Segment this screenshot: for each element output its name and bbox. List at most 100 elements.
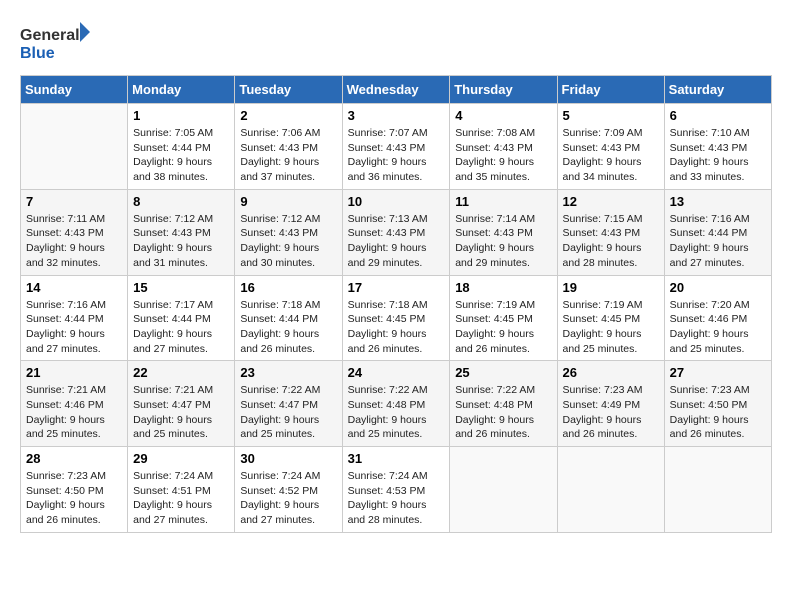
day-number: 26 bbox=[563, 365, 659, 380]
day-info: Sunrise: 7:19 AMSunset: 4:45 PMDaylight:… bbox=[455, 298, 551, 357]
day-number: 8 bbox=[133, 194, 229, 209]
day-cell bbox=[664, 447, 771, 533]
day-info: Sunrise: 7:12 AMSunset: 4:43 PMDaylight:… bbox=[240, 212, 336, 271]
day-cell: 6Sunrise: 7:10 AMSunset: 4:43 PMDaylight… bbox=[664, 104, 771, 190]
header-cell-thursday: Thursday bbox=[450, 76, 557, 104]
day-info: Sunrise: 7:13 AMSunset: 4:43 PMDaylight:… bbox=[348, 212, 445, 271]
day-cell: 13 Sunrise: 7:16 AMSunset: 4:44 PMDayligh… bbox=[664, 189, 771, 275]
day-cell: 31 Sunrise: 7:24 AMSunset: 4:53 PMDayligh… bbox=[342, 447, 450, 533]
day-number: 25 bbox=[455, 365, 551, 380]
day-info: Sunrise: 7:23 AMSunset: 4:50 PMDaylight:… bbox=[26, 469, 122, 528]
day-info: Sunrise: 7:16 AMSunset: 4:44 PMDaylight:… bbox=[670, 212, 766, 271]
week-row-5: 28 Sunrise: 7:23 AMSunset: 4:50 PMDayligh… bbox=[21, 447, 772, 533]
header-cell-sunday: Sunday bbox=[21, 76, 128, 104]
day-number: 16 bbox=[240, 280, 336, 295]
day-info: Sunrise: 7:08 AMSunset: 4:43 PMDaylight:… bbox=[455, 126, 551, 185]
day-number: 5 bbox=[563, 108, 659, 123]
header-row: SundayMondayTuesdayWednesdayThursdayFrid… bbox=[21, 76, 772, 104]
day-number: 13 bbox=[670, 194, 766, 209]
day-number: 9 bbox=[240, 194, 336, 209]
day-info: Sunrise: 7:11 AMSunset: 4:43 PMDaylight:… bbox=[26, 212, 122, 271]
day-info: Sunrise: 7:24 AMSunset: 4:53 PMDaylight:… bbox=[348, 469, 445, 528]
day-cell: 12Sunrise: 7:15 AMSunset: 4:43 PMDayligh… bbox=[557, 189, 664, 275]
day-number: 18 bbox=[455, 280, 551, 295]
day-cell: 26 Sunrise: 7:23 AMSunset: 4:49 PMDayligh… bbox=[557, 361, 664, 447]
svg-text:Blue: Blue bbox=[20, 45, 55, 62]
day-cell bbox=[557, 447, 664, 533]
day-info: Sunrise: 7:18 AMSunset: 4:45 PMDaylight:… bbox=[348, 298, 445, 357]
day-cell: 25 Sunrise: 7:22 AMSunset: 4:48 PMDayligh… bbox=[450, 361, 557, 447]
day-info: Sunrise: 7:23 AMSunset: 4:49 PMDaylight:… bbox=[563, 383, 659, 442]
day-cell: 27 Sunrise: 7:23 AMSunset: 4:50 PMDayligh… bbox=[664, 361, 771, 447]
week-row-4: 21 Sunrise: 7:21 AMSunset: 4:46 PMDayligh… bbox=[21, 361, 772, 447]
day-number: 22 bbox=[133, 365, 229, 380]
day-cell: 2 Sunrise: 7:06 AMSunset: 4:43 PMDaylight… bbox=[235, 104, 342, 190]
day-info: Sunrise: 7:22 AMSunset: 4:47 PMDaylight:… bbox=[240, 383, 336, 442]
day-cell: 19 Sunrise: 7:19 AMSunset: 4:45 PMDayligh… bbox=[557, 275, 664, 361]
day-cell: 1 Sunrise: 7:05 AMSunset: 4:44 PMDaylight… bbox=[128, 104, 235, 190]
day-cell: 11Sunrise: 7:14 AMSunset: 4:43 PMDayligh… bbox=[450, 189, 557, 275]
day-cell bbox=[450, 447, 557, 533]
day-number: 17 bbox=[348, 280, 445, 295]
day-info: Sunrise: 7:24 AMSunset: 4:51 PMDaylight:… bbox=[133, 469, 229, 528]
day-info: Sunrise: 7:22 AMSunset: 4:48 PMDaylight:… bbox=[455, 383, 551, 442]
day-info: Sunrise: 7:07 AMSunset: 4:43 PMDaylight:… bbox=[348, 126, 445, 185]
logo: General Blue bbox=[20, 20, 90, 65]
day-number: 7 bbox=[26, 194, 122, 209]
day-info: Sunrise: 7:21 AMSunset: 4:47 PMDaylight:… bbox=[133, 383, 229, 442]
day-number: 27 bbox=[670, 365, 766, 380]
day-number: 3 bbox=[348, 108, 445, 123]
day-info: Sunrise: 7:16 AMSunset: 4:44 PMDaylight:… bbox=[26, 298, 122, 357]
header-cell-tuesday: Tuesday bbox=[235, 76, 342, 104]
header-cell-saturday: Saturday bbox=[664, 76, 771, 104]
day-number: 30 bbox=[240, 451, 336, 466]
day-cell: 3 Sunrise: 7:07 AMSunset: 4:43 PMDaylight… bbox=[342, 104, 450, 190]
page-header: General Blue bbox=[20, 20, 772, 65]
day-info: Sunrise: 7:21 AMSunset: 4:46 PMDaylight:… bbox=[26, 383, 122, 442]
day-info: Sunrise: 7:24 AMSunset: 4:52 PMDaylight:… bbox=[240, 469, 336, 528]
day-cell: 15Sunrise: 7:17 AMSunset: 4:44 PMDayligh… bbox=[128, 275, 235, 361]
day-cell: 17 Sunrise: 7:18 AMSunset: 4:45 PMDayligh… bbox=[342, 275, 450, 361]
day-info: Sunrise: 7:05 AMSunset: 4:44 PMDaylight:… bbox=[133, 126, 229, 185]
day-info: Sunrise: 7:15 AMSunset: 4:43 PMDaylight:… bbox=[563, 212, 659, 271]
day-cell: 21 Sunrise: 7:21 AMSunset: 4:46 PMDayligh… bbox=[21, 361, 128, 447]
day-number: 24 bbox=[348, 365, 445, 380]
day-info: Sunrise: 7:22 AMSunset: 4:48 PMDaylight:… bbox=[348, 383, 445, 442]
week-row-2: 7 Sunrise: 7:11 AMSunset: 4:43 PMDaylight… bbox=[21, 189, 772, 275]
day-number: 10 bbox=[348, 194, 445, 209]
day-info: Sunrise: 7:10 AMSunset: 4:43 PMDaylight:… bbox=[670, 126, 766, 185]
day-info: Sunrise: 7:06 AMSunset: 4:43 PMDaylight:… bbox=[240, 126, 336, 185]
day-cell: 8Sunrise: 7:12 AMSunset: 4:43 PMDaylight… bbox=[128, 189, 235, 275]
day-cell: 20Sunrise: 7:20 AMSunset: 4:46 PMDayligh… bbox=[664, 275, 771, 361]
day-number: 2 bbox=[240, 108, 336, 123]
day-number: 31 bbox=[348, 451, 445, 466]
header-cell-wednesday: Wednesday bbox=[342, 76, 450, 104]
day-cell: 24 Sunrise: 7:22 AMSunset: 4:48 PMDayligh… bbox=[342, 361, 450, 447]
day-number: 11 bbox=[455, 194, 551, 209]
day-info: Sunrise: 7:09 AMSunset: 4:43 PMDaylight:… bbox=[563, 126, 659, 185]
day-cell: 9 Sunrise: 7:12 AMSunset: 4:43 PMDaylight… bbox=[235, 189, 342, 275]
day-cell: 10 Sunrise: 7:13 AMSunset: 4:43 PMDayligh… bbox=[342, 189, 450, 275]
day-cell: 28 Sunrise: 7:23 AMSunset: 4:50 PMDayligh… bbox=[21, 447, 128, 533]
day-info: Sunrise: 7:19 AMSunset: 4:45 PMDaylight:… bbox=[563, 298, 659, 357]
day-number: 29 bbox=[133, 451, 229, 466]
day-number: 1 bbox=[133, 108, 229, 123]
day-cell: 7 Sunrise: 7:11 AMSunset: 4:43 PMDaylight… bbox=[21, 189, 128, 275]
day-info: Sunrise: 7:20 AMSunset: 4:46 PMDaylight:… bbox=[670, 298, 766, 357]
week-row-3: 14Sunrise: 7:16 AMSunset: 4:44 PMDayligh… bbox=[21, 275, 772, 361]
day-cell bbox=[21, 104, 128, 190]
week-row-1: 1 Sunrise: 7:05 AMSunset: 4:44 PMDaylight… bbox=[21, 104, 772, 190]
day-cell: 14Sunrise: 7:16 AMSunset: 4:44 PMDayligh… bbox=[21, 275, 128, 361]
day-info: Sunrise: 7:17 AMSunset: 4:44 PMDaylight:… bbox=[133, 298, 229, 357]
day-number: 19 bbox=[563, 280, 659, 295]
day-cell: 4Sunrise: 7:08 AMSunset: 4:43 PMDaylight… bbox=[450, 104, 557, 190]
day-number: 21 bbox=[26, 365, 122, 380]
day-cell: 5 Sunrise: 7:09 AMSunset: 4:43 PMDaylight… bbox=[557, 104, 664, 190]
day-number: 28 bbox=[26, 451, 122, 466]
day-number: 23 bbox=[240, 365, 336, 380]
day-cell: 23 Sunrise: 7:22 AMSunset: 4:47 PMDayligh… bbox=[235, 361, 342, 447]
day-cell: 30 Sunrise: 7:24 AMSunset: 4:52 PMDayligh… bbox=[235, 447, 342, 533]
day-info: Sunrise: 7:23 AMSunset: 4:50 PMDaylight:… bbox=[670, 383, 766, 442]
header-cell-friday: Friday bbox=[557, 76, 664, 104]
day-cell: 16Sunrise: 7:18 AMSunset: 4:44 PMDayligh… bbox=[235, 275, 342, 361]
